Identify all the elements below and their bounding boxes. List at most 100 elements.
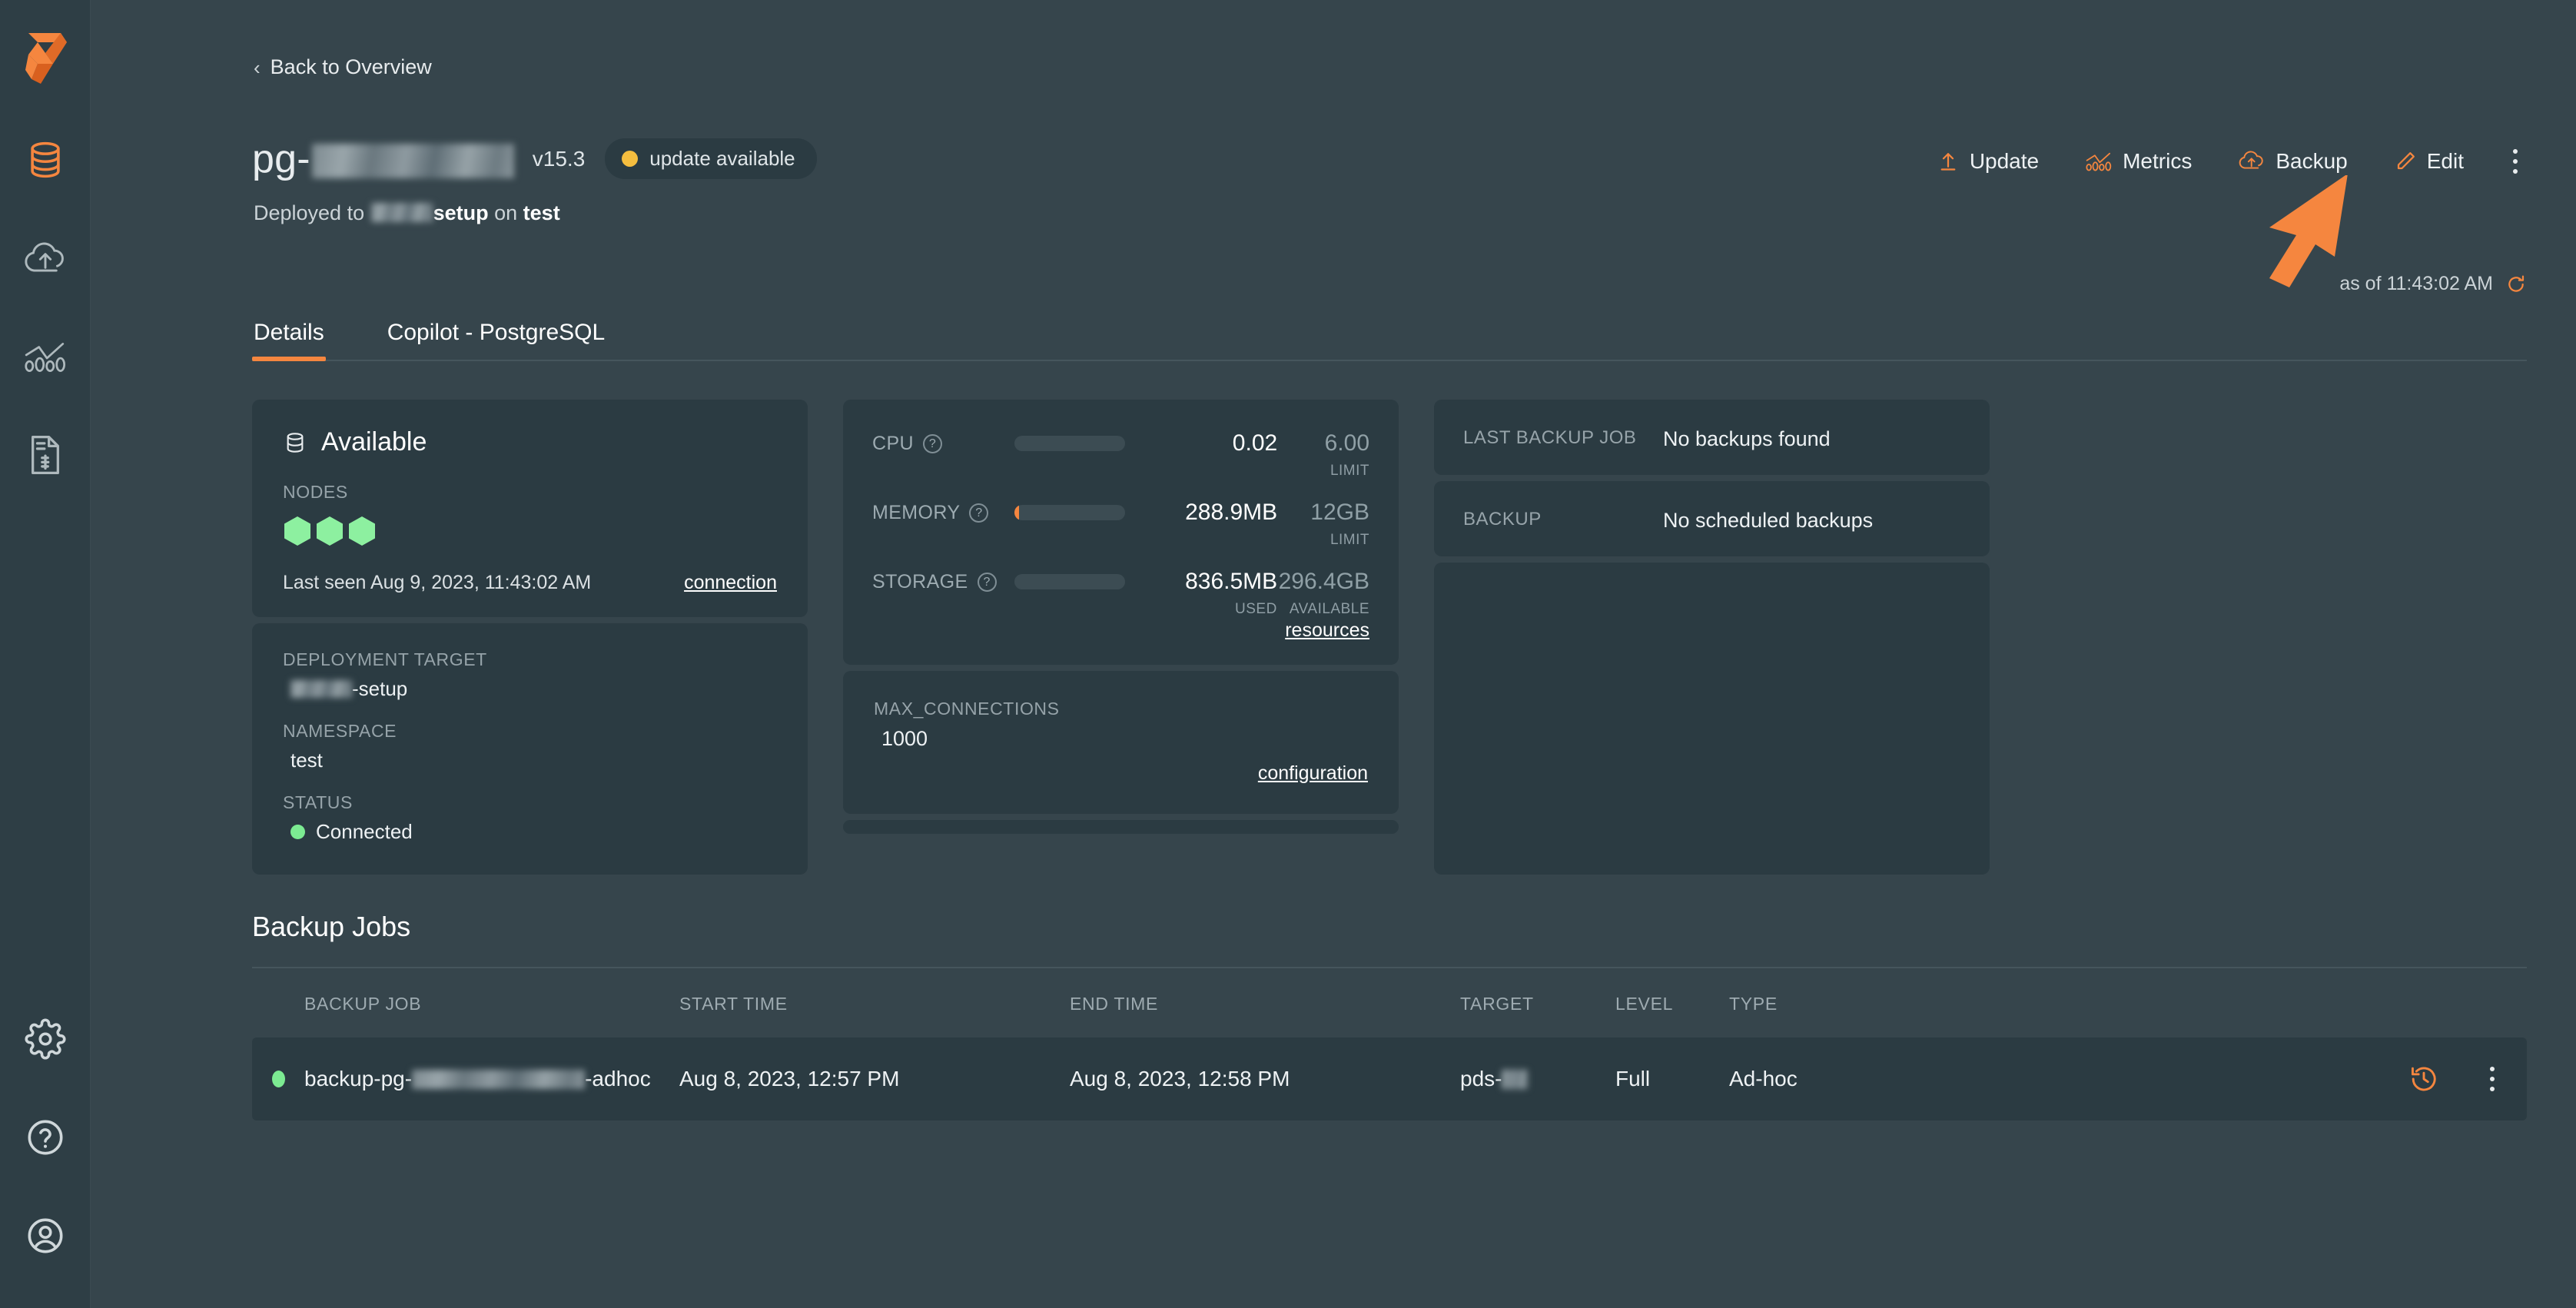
cpu-label-group: CPU ? <box>872 433 1014 455</box>
cloud-upload-icon <box>24 242 64 272</box>
storage-used-sub: USED <box>1235 601 1277 617</box>
memory-limit-sub: LIMIT <box>1329 532 1370 548</box>
redacted-db-name <box>311 144 514 179</box>
configuration-card: MAX_CONNECTIONS 1000 configuration <box>843 671 1399 814</box>
col-level: LEVEL <box>1615 993 1674 1014</box>
sidebar-item-deployments[interactable] <box>0 209 91 307</box>
backup-schedule-value: No scheduled backups <box>1663 509 1874 532</box>
header-actions: Update Metrics Backup Edit <box>1937 143 2527 180</box>
storage-sub-labels: USED AVAILABLE <box>872 601 1369 618</box>
restore-history-icon[interactable] <box>2408 1064 2439 1094</box>
memory-label: MEMORY <box>872 501 961 523</box>
last-backup-job-label: LAST BACKUP JOB <box>1463 427 1637 448</box>
node-hexagon-icon <box>349 516 375 546</box>
table-row[interactable]: backup-pg- -adhoc Aug 8, 2023, 12:57 PM A… <box>252 1037 2527 1120</box>
status-dot-icon <box>290 825 305 839</box>
backup-button[interactable]: Backup <box>2238 149 2348 174</box>
backup-schedule-label: BACKUP <box>1463 509 1542 530</box>
row-actions <box>2190 1061 2527 1097</box>
metrics-button[interactable]: Metrics <box>2085 149 2192 174</box>
page-title: pg- <box>252 139 516 179</box>
tab-copilot-postgresql[interactable]: Copilot - PostgreSQL <box>386 320 606 360</box>
kebab-dot <box>2513 159 2518 164</box>
backup-schedule-card: BACKUP No scheduled backups <box>1434 481 1990 556</box>
kebab-dot <box>2513 169 2518 174</box>
update-button[interactable]: Update <box>1937 149 2039 174</box>
redacted-target <box>1502 1070 1529 1089</box>
sidebar-item-help[interactable] <box>0 1088 91 1187</box>
availability-column: Available NODES Last seen Aug 9, 2023, 1… <box>252 400 808 875</box>
node-hexagon-icon <box>284 516 310 546</box>
last-seen-label: Last seen Aug 9, 2023, 11:43:02 AM <box>283 572 592 593</box>
more-options-button[interactable] <box>2504 143 2527 180</box>
connection-link[interactable]: connection <box>684 572 777 594</box>
tab-details[interactable]: Details <box>252 320 326 361</box>
max-connections-label: MAX_CONNECTIONS <box>874 699 1060 719</box>
back-to-overview-label: Back to Overview <box>270 55 432 78</box>
metrics-button-label: Metrics <box>2123 149 2193 173</box>
detail-cards: Available NODES Last seen Aug 9, 2023, 1… <box>252 400 2527 875</box>
cpu-used-sub <box>1149 463 1277 480</box>
last-backup-job-row: LAST BACKUP JOB No backups found <box>1434 400 1990 475</box>
billing-document-icon <box>31 436 59 474</box>
question-circle-icon[interactable]: ? <box>922 433 942 453</box>
memory-progress-fill <box>1014 505 1020 520</box>
availability-status-label: Available <box>321 427 427 456</box>
memory-used-sub <box>1149 532 1277 549</box>
table-header-row: BACKUP JOB START TIME END TIME TARGET LE… <box>252 970 2527 1037</box>
sidebar-item-metrics[interactable] <box>0 307 91 406</box>
backup-jobs-table: BACKUP JOB START TIME END TIME TARGET LE… <box>252 970 2527 1120</box>
storage-label-group: STORAGE ? <box>872 571 1014 593</box>
deployment-subtitle: Deployed to setup on test <box>254 201 560 224</box>
kebab-dot <box>2490 1087 2495 1091</box>
database-icon <box>287 432 304 453</box>
resource-row-cpu: CPU ? 0.02 6.00 <box>872 430 1369 456</box>
metrics-chart-icon <box>2086 152 2112 171</box>
sidebar-item-databases[interactable] <box>0 111 91 209</box>
storage-available-sub: AVAILABLE <box>1289 601 1370 617</box>
kebab-dot <box>2490 1077 2495 1081</box>
question-circle-icon[interactable]: ? <box>969 503 989 523</box>
col-target: TARGET <box>1460 993 1534 1014</box>
col-start-time: START TIME <box>679 993 788 1014</box>
resource-row-storage: STORAGE ? 836.5MB 296.4GB <box>872 569 1369 595</box>
as-of-label: as of 11:43:02 AM <box>2339 273 2493 294</box>
refresh-icon[interactable] <box>2505 274 2527 295</box>
cloud-upload-icon <box>2239 151 2264 169</box>
memory-used-value: 288.9MB <box>1185 500 1278 525</box>
max-connections-value: 1000 <box>881 727 928 750</box>
left-sidebar <box>0 0 91 1308</box>
backup-button-label: Backup <box>2276 149 2348 173</box>
back-to-overview-link[interactable]: ‹ Back to Overview <box>254 55 432 79</box>
backup-schedule-row: BACKUP No scheduled backups <box>1434 481 1990 556</box>
backup-jobs-title: Backup Jobs <box>252 911 411 942</box>
update-available-label: update available <box>649 147 795 170</box>
edit-button[interactable]: Edit <box>2394 149 2464 174</box>
cpu-sub-labels: LIMIT <box>872 463 1369 480</box>
update-available-badge[interactable]: update available <box>605 138 817 179</box>
question-circle-icon[interactable]: ? <box>977 572 997 592</box>
backup-jobs-divider <box>252 967 2527 968</box>
row-menu-button[interactable] <box>2481 1061 2504 1097</box>
storage-label: STORAGE <box>872 570 968 593</box>
sidebar-item-account[interactable] <box>0 1187 91 1285</box>
configuration-link[interactable]: configuration <box>1258 762 1368 785</box>
deployment-target-label: DEPLOYMENT TARGET <box>283 649 487 669</box>
sidebar-item-brand-logo[interactable] <box>0 12 91 111</box>
kebab-dot <box>2490 1067 2495 1071</box>
deployment-target-value: -setup <box>290 677 777 701</box>
availability-card: Available NODES Last seen Aug 9, 2023, 1… <box>252 400 808 617</box>
update-arrow-icon <box>1940 153 1956 171</box>
cpu-used-value: 0.02 <box>1232 430 1278 456</box>
resources-card: CPU ? 0.02 6.00 LIMIT MEMORY ? 288.9MB 1… <box>843 400 1399 665</box>
pencil-icon <box>2397 152 2415 170</box>
last-backup-job-card: LAST BACKUP JOB No backups found <box>1434 400 1990 475</box>
resources-link[interactable]: resources <box>1285 619 1369 642</box>
main-content: ‹ Back to Overview pg- v15.3 update avai… <box>91 0 2576 1308</box>
redacted-deployment-target <box>290 680 352 698</box>
sidebar-item-billing[interactable] <box>0 406 91 504</box>
help-circle-icon <box>28 1120 62 1155</box>
sidebar-item-settings[interactable] <box>0 990 91 1088</box>
version-label: v15.3 <box>532 146 586 171</box>
node-hexagon-icon <box>317 516 343 546</box>
